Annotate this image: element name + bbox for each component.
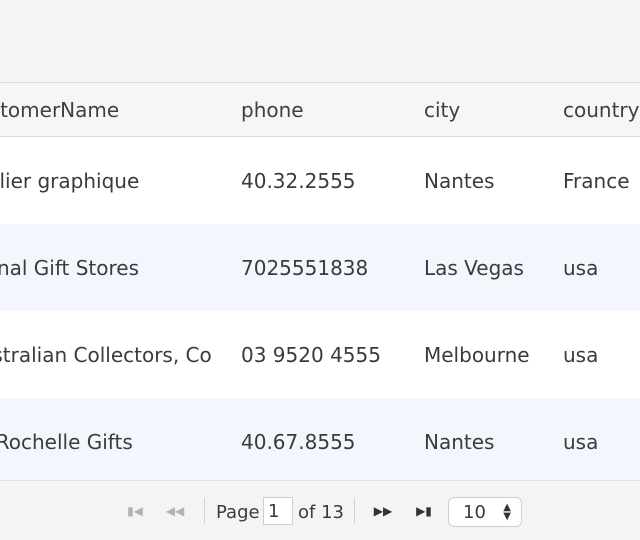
cell-city: Las Vegas (424, 255, 524, 280)
previous-page-button[interactable]: ◀◀ (162, 500, 188, 522)
next-page-button[interactable]: ▶▶ (370, 500, 396, 522)
page-number-input[interactable] (263, 497, 293, 525)
table-row[interactable]: Australian Collectors, Co 03 9520 4555 M… (0, 311, 640, 399)
cell-city: Nantes (424, 429, 495, 454)
cell-country: usa (563, 342, 599, 367)
toolbar-area (0, 0, 640, 82)
previous-page-icon: ◀◀ (165, 504, 185, 518)
page-size-value: 10 (463, 501, 486, 523)
column-header-customer-name[interactable]: customerName (0, 83, 228, 136)
pagination-bar: ▮◀ ◀◀ Page of 13 ▶▶ ▶▮ 10 ▲ ▼ (0, 480, 640, 540)
data-grid: customerName phone city country Atelier … (0, 82, 640, 480)
table-row[interactable]: La Rochelle Gifts 40.67.8555 Nantes usa (0, 398, 640, 480)
select-arrows-icon: ▲ ▼ (503, 502, 511, 522)
cell-phone: 40.32.2555 (241, 168, 356, 193)
cell-customer-name: Signal Gift Stores (0, 255, 140, 280)
pager-separator (354, 498, 355, 524)
cell-customer-name: La Rochelle Gifts (0, 429, 133, 454)
pager-separator (204, 498, 205, 524)
last-page-icon: ▶▮ (416, 504, 432, 518)
last-page-button[interactable]: ▶▮ (411, 500, 437, 522)
cell-country: usa (563, 429, 599, 454)
cell-customer-name: Australian Collectors, Co (0, 342, 212, 367)
first-page-icon: ▮◀ (127, 504, 143, 518)
table-row[interactable]: Signal Gift Stores 7025551838 Las Vegas … (0, 224, 640, 312)
cell-phone: 7025551838 (241, 255, 369, 280)
total-pages-label: of 13 (298, 501, 344, 523)
page-size-select[interactable]: 10 ▲ ▼ (448, 497, 522, 527)
cell-country: usa (563, 255, 599, 280)
next-page-icon: ▶▶ (373, 504, 393, 518)
cell-phone: 03 9520 4555 (241, 342, 381, 367)
cell-customer-name: Atelier graphique (0, 168, 140, 193)
page-label: Page (216, 501, 260, 523)
cell-country: France (563, 168, 630, 193)
column-header-country[interactable]: country (563, 83, 639, 136)
grid-header-row: customerName phone city country (0, 82, 640, 137)
table-row[interactable]: Atelier graphique 40.32.2555 Nantes Fran… (0, 137, 640, 225)
column-header-city[interactable]: city (424, 83, 460, 136)
cell-city: Melbourne (424, 342, 530, 367)
first-page-button[interactable]: ▮◀ (122, 500, 148, 522)
cell-phone: 40.67.8555 (241, 429, 356, 454)
cell-city: Nantes (424, 168, 495, 193)
column-header-phone[interactable]: phone (241, 83, 304, 136)
